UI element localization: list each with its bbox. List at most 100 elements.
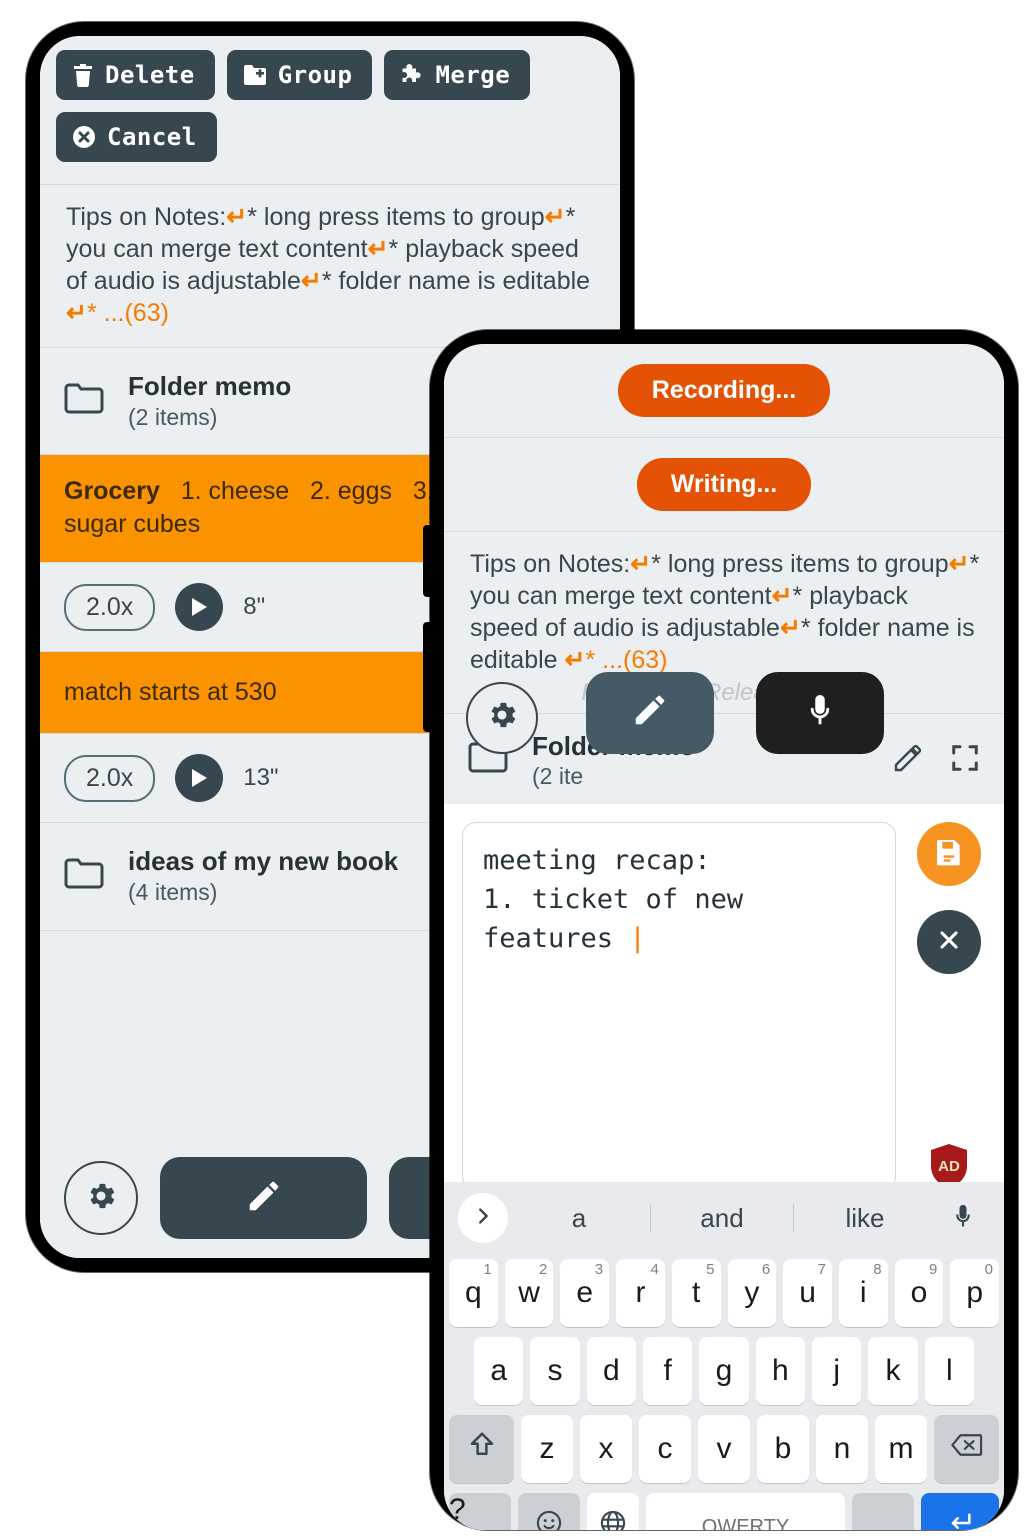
key-e[interactable]: 3e [560,1259,610,1327]
writing-status-row: Writing... [444,438,1004,531]
close-icon [935,926,963,959]
text-caret: | [629,923,646,955]
write-note-button[interactable] [586,671,714,754]
play-button[interactable] [175,583,224,632]
key-label: w [518,1276,540,1309]
tips-note-row[interactable]: Tips on Notes:↵* long press items to gro… [40,185,620,347]
emoji-key[interactable] [518,1493,580,1530]
svg-text:AD: AD [938,1158,960,1175]
key-g[interactable]: g [699,1337,749,1405]
note-textarea[interactable]: meeting recap: 1. ticket of new features… [462,822,896,1190]
record-audio-button[interactable] [756,671,884,754]
voice-input-button[interactable] [936,1202,990,1235]
space-key[interactable]: QWERTY [646,1493,845,1530]
key-number: 7 [817,1261,826,1278]
save-button[interactable] [917,822,981,886]
group-button[interactable]: Group [226,50,373,100]
key-number: 6 [761,1261,771,1278]
settings-button[interactable] [466,681,538,754]
puzzle-icon [400,63,424,87]
key-f[interactable]: f [643,1337,693,1405]
globe-key[interactable] [587,1493,639,1530]
key-label: e [576,1276,594,1309]
key-r[interactable]: 4r [616,1259,665,1327]
key-number: 1 [483,1261,492,1278]
key-u[interactable]: 7u [783,1259,832,1327]
key-v[interactable]: v [698,1415,750,1483]
key-h[interactable]: h [755,1337,805,1405]
key-x[interactable]: x [580,1415,632,1483]
key-number: 8 [873,1261,882,1278]
key-w[interactable]: 2w [504,1259,554,1327]
key-q[interactable]: 1q [448,1259,498,1327]
writing-status-pill[interactable]: Writing... [636,458,812,511]
cancel-button[interactable]: Cancel [56,112,217,162]
cancel-button-label: Cancel [107,123,197,151]
delete-button[interactable]: Delete [56,50,215,100]
key-b[interactable]: b [757,1415,809,1483]
shift-key[interactable] [449,1415,514,1483]
enter-key[interactable] [921,1493,999,1530]
key-number: 3 [594,1261,604,1278]
key-s[interactable]: s [530,1337,580,1405]
volume-up-button[interactable] [423,525,432,597]
recording-hint: Recording. Release to stop [581,679,871,706]
key-j[interactable]: j [811,1337,862,1405]
settings-button[interactable] [64,1161,138,1235]
return-glyph: ↵ [300,267,322,295]
period-key[interactable]: . [852,1493,914,1530]
expand-suggestions-button[interactable] [458,1193,508,1243]
key-k[interactable]: k [868,1337,918,1405]
text-editor-panel: meeting recap: 1. ticket of new features… [444,804,1004,1204]
tips-more-count: * ...(63) [585,646,668,674]
merge-button[interactable]: Merge [384,50,531,100]
key-c[interactable]: c [639,1415,691,1483]
backspace-key[interactable] [934,1415,999,1483]
key-y[interactable]: 6y [727,1259,777,1327]
key-o[interactable]: 9o [894,1259,944,1327]
recording-status-pill[interactable]: Recording... [617,364,831,417]
folder-name: ideas of my new book [128,846,399,877]
key-p[interactable]: 0p [950,1259,1000,1327]
emoji-icon [535,1509,563,1530]
suggestion-2[interactable]: and [651,1203,793,1234]
group-button-label: Group [277,61,353,89]
notes-app-recording-mode: Recording... Writing... Tips on Notes:↵*… [444,344,1004,1530]
return-glyph: ↵ [948,550,970,578]
playback-speed-pill[interactable]: 2.0x [64,583,156,631]
key-d[interactable]: d [586,1337,636,1405]
key-number: 2 [539,1261,548,1278]
key-t[interactable]: 5t [671,1259,721,1327]
close-circle-icon [72,125,96,149]
suggestion-1[interactable]: a [508,1203,650,1234]
key-label: o [910,1276,928,1309]
key-i[interactable]: 8i [838,1259,888,1327]
suggestion-3[interactable]: like [794,1203,936,1234]
key-label: u [799,1276,816,1309]
folder-meta: ideas of my new book (4 items) [128,845,398,907]
folder-icon [64,857,106,896]
write-note-button[interactable] [160,1157,367,1239]
key-label: i [859,1276,867,1309]
key-z[interactable]: z [521,1415,573,1483]
shift-icon [467,1430,497,1468]
list-item[interactable]: Folder memo (2 ite [444,671,1004,811]
folder-meta: Folder memo (2 items) [128,370,291,432]
key-m[interactable]: m [875,1415,927,1483]
close-editor-button[interactable] [917,910,981,974]
microphone-icon [949,1202,977,1235]
key-a[interactable]: a [474,1337,524,1405]
key-n[interactable]: n [816,1415,868,1483]
return-glyph: ↵ [630,550,652,578]
right-phone-frame: Recording... Writing... Tips on Notes:↵*… [423,330,1018,1530]
expand-icon[interactable] [950,743,980,778]
key-l[interactable]: l [924,1337,974,1405]
volume-down-button[interactable] [423,622,432,732]
playback-speed-pill[interactable]: 2.0x [64,754,156,802]
pencil-icon[interactable] [892,742,924,779]
symbols-key[interactable]: ?123 [449,1493,511,1530]
play-button[interactable] [175,754,224,803]
backspace-icon [950,1432,984,1466]
toolbar-row-primary: Delete Group Merge [56,50,604,100]
tips-note-row[interactable]: Tips on Notes:↵* long press items to gro… [444,532,1004,713]
